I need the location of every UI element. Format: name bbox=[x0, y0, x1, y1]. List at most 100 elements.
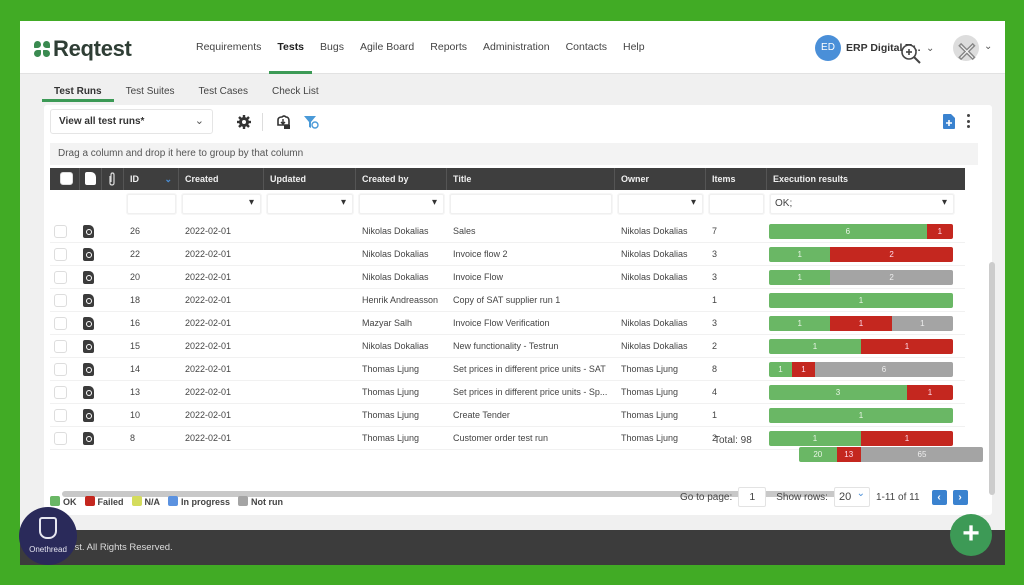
cell-title[interactable]: Invoice flow 2 bbox=[447, 249, 615, 259]
rows-per-page-select[interactable]: 20 bbox=[833, 485, 870, 507]
filter-owner[interactable] bbox=[618, 194, 703, 214]
header-execution-results[interactable]: Execution results bbox=[767, 168, 965, 190]
sort-chevron-icon[interactable]: ⌄ bbox=[164, 168, 172, 190]
view-test-run-icon[interactable] bbox=[83, 385, 94, 399]
view-test-run-icon[interactable] bbox=[83, 431, 94, 445]
view-select[interactable]: View all test runs* ⌄ bbox=[50, 109, 213, 134]
tab-test-cases[interactable]: Test Cases bbox=[187, 83, 260, 102]
table-row[interactable]: 20 2022-02-01 Nikolas Dokalias Invoice Flow… bbox=[50, 266, 965, 289]
tab-check-list[interactable]: Check List bbox=[260, 83, 331, 102]
select-all-header[interactable] bbox=[50, 168, 80, 190]
vertical-scrollbar[interactable] bbox=[989, 262, 995, 495]
table-row[interactable]: 22 2022-02-01 Nikolas Dokalias Invoice flow… bbox=[50, 243, 965, 266]
filter-created[interactable] bbox=[182, 194, 261, 214]
execution-results-bar[interactable]: 1 bbox=[769, 407, 953, 423]
execution-results-bar[interactable]: 11 bbox=[769, 430, 953, 446]
nav-reports[interactable]: Reports bbox=[422, 21, 475, 74]
group-by-dropzone[interactable]: Drag a column and drop it here to group … bbox=[50, 143, 978, 165]
view-test-run-icon[interactable] bbox=[83, 247, 94, 261]
filter-execution-results[interactable]: OK; bbox=[770, 194, 954, 214]
view-test-run-icon[interactable] bbox=[83, 408, 94, 422]
nav-help[interactable]: Help bbox=[615, 21, 653, 74]
reqtest-logo[interactable]: Reqtest bbox=[34, 36, 132, 62]
execution-results-bar[interactable]: 11 bbox=[769, 338, 953, 354]
cell-title[interactable]: Invoice Flow Verification bbox=[447, 318, 615, 328]
execution-results-bar[interactable]: 61 bbox=[769, 223, 953, 239]
row-checkbox[interactable] bbox=[54, 316, 67, 330]
filter-id[interactable] bbox=[127, 194, 176, 214]
view-test-run-icon[interactable] bbox=[83, 270, 94, 284]
row-checkbox[interactable] bbox=[54, 385, 67, 399]
view-test-run-icon[interactable] bbox=[83, 362, 94, 376]
header-owner[interactable]: Owner bbox=[615, 168, 706, 190]
filter-row: OK; bbox=[50, 191, 965, 219]
execution-results-bar[interactable]: 12 bbox=[769, 269, 953, 285]
row-checkbox[interactable] bbox=[54, 362, 67, 376]
close-icon[interactable]: ✕ bbox=[955, 38, 978, 66]
execution-results-bar[interactable]: 1 bbox=[769, 292, 953, 308]
table-row[interactable]: 18 2022-02-01 Henrik Andreasson Copy of SAT… bbox=[50, 289, 965, 312]
next-page-button[interactable]: › bbox=[952, 489, 968, 505]
table-row[interactable]: 26 2022-02-01 Nikolas Dokalias Sales Nikolas… bbox=[50, 220, 965, 243]
filter-icon[interactable] bbox=[303, 114, 319, 130]
export-file-icon[interactable] bbox=[943, 114, 955, 129]
execution-results-bar[interactable]: 12 bbox=[769, 246, 953, 262]
header-updated[interactable]: Updated bbox=[264, 168, 356, 190]
execution-results-bar[interactable]: 20 13 65 bbox=[799, 447, 983, 462]
view-test-run-icon[interactable] bbox=[83, 224, 94, 238]
header-title[interactable]: Title bbox=[447, 168, 615, 190]
cell-title[interactable]: New functionality - Testrun bbox=[447, 341, 615, 351]
nav-contacts[interactable]: Contacts bbox=[558, 21, 615, 74]
row-checkbox[interactable] bbox=[54, 293, 67, 307]
nav-agile-board[interactable]: Agile Board bbox=[352, 21, 422, 74]
cell-title[interactable]: Set prices in different price units - Sp… bbox=[447, 387, 615, 397]
filter-created-by[interactable] bbox=[359, 194, 444, 214]
nav-tests[interactable]: Tests bbox=[269, 21, 312, 74]
filter-items[interactable] bbox=[709, 194, 764, 214]
select-all-checkbox[interactable] bbox=[60, 172, 73, 185]
tab-test-suites[interactable]: Test Suites bbox=[114, 83, 187, 102]
cell-title[interactable]: Copy of SAT supplier run 1 bbox=[447, 295, 615, 305]
cell-created: 2022-02-01 bbox=[185, 364, 232, 374]
table-row[interactable]: 13 2022-02-01 Thomas Ljung Set prices in di… bbox=[50, 381, 965, 404]
header-created-by[interactable]: Created by bbox=[356, 168, 447, 190]
import-export-icon[interactable] bbox=[275, 114, 291, 130]
cell-title[interactable]: Create Tender bbox=[447, 410, 615, 420]
settings-gear-icon[interactable] bbox=[236, 114, 252, 130]
row-checkbox[interactable] bbox=[54, 270, 67, 284]
filter-title[interactable] bbox=[450, 194, 612, 214]
more-options-icon[interactable] bbox=[964, 113, 972, 129]
header-items[interactable]: Items bbox=[706, 168, 767, 190]
cell-title[interactable]: Invoice Flow bbox=[447, 272, 615, 282]
cell-title[interactable]: Set prices in different price units - SA… bbox=[447, 364, 615, 374]
table-row[interactable]: 14 2022-02-01 Thomas Ljung Set prices in di… bbox=[50, 358, 965, 381]
view-test-run-icon[interactable] bbox=[83, 339, 94, 353]
add-button[interactable]: + bbox=[950, 514, 992, 556]
header-id[interactable]: ID ⌄ bbox=[124, 168, 179, 190]
row-checkbox[interactable] bbox=[54, 431, 67, 445]
cell-created: 2022-02-01 bbox=[185, 433, 232, 443]
cell-title[interactable]: Sales bbox=[447, 226, 615, 236]
execution-results-bar[interactable]: 116 bbox=[769, 361, 953, 377]
nav-bugs[interactable]: Bugs bbox=[312, 21, 352, 74]
row-checkbox[interactable] bbox=[54, 339, 67, 353]
row-checkbox[interactable] bbox=[54, 224, 67, 238]
cell-title[interactable]: Customer order test run bbox=[447, 433, 615, 443]
nav-requirements[interactable]: Requirements bbox=[188, 21, 269, 74]
prev-page-button[interactable]: ‹ bbox=[931, 489, 947, 505]
table-row[interactable]: 16 2022-02-01 Mazyar Salh Invoice Flow Veri… bbox=[50, 312, 965, 335]
page-input[interactable]: 1 bbox=[738, 487, 767, 507]
tab-test-runs[interactable]: Test Runs bbox=[42, 83, 114, 102]
table-row[interactable]: 10 2022-02-01 Thomas Ljung Create Tender Tho… bbox=[50, 404, 965, 427]
view-test-run-icon[interactable] bbox=[83, 316, 94, 330]
table-row[interactable]: 15 2022-02-01 Nikolas Dokalias New function… bbox=[50, 335, 965, 358]
filter-updated[interactable] bbox=[267, 194, 353, 214]
account-chevron-icon[interactable]: ⌄ bbox=[984, 41, 992, 52]
execution-results-bar[interactable]: 111 bbox=[769, 315, 953, 331]
nav-administration[interactable]: Administration bbox=[475, 21, 558, 74]
view-test-run-icon[interactable] bbox=[83, 293, 94, 307]
row-checkbox[interactable] bbox=[54, 247, 67, 261]
row-checkbox[interactable] bbox=[54, 408, 67, 422]
header-created[interactable]: Created bbox=[179, 168, 264, 190]
execution-results-bar[interactable]: 31 bbox=[769, 384, 953, 400]
